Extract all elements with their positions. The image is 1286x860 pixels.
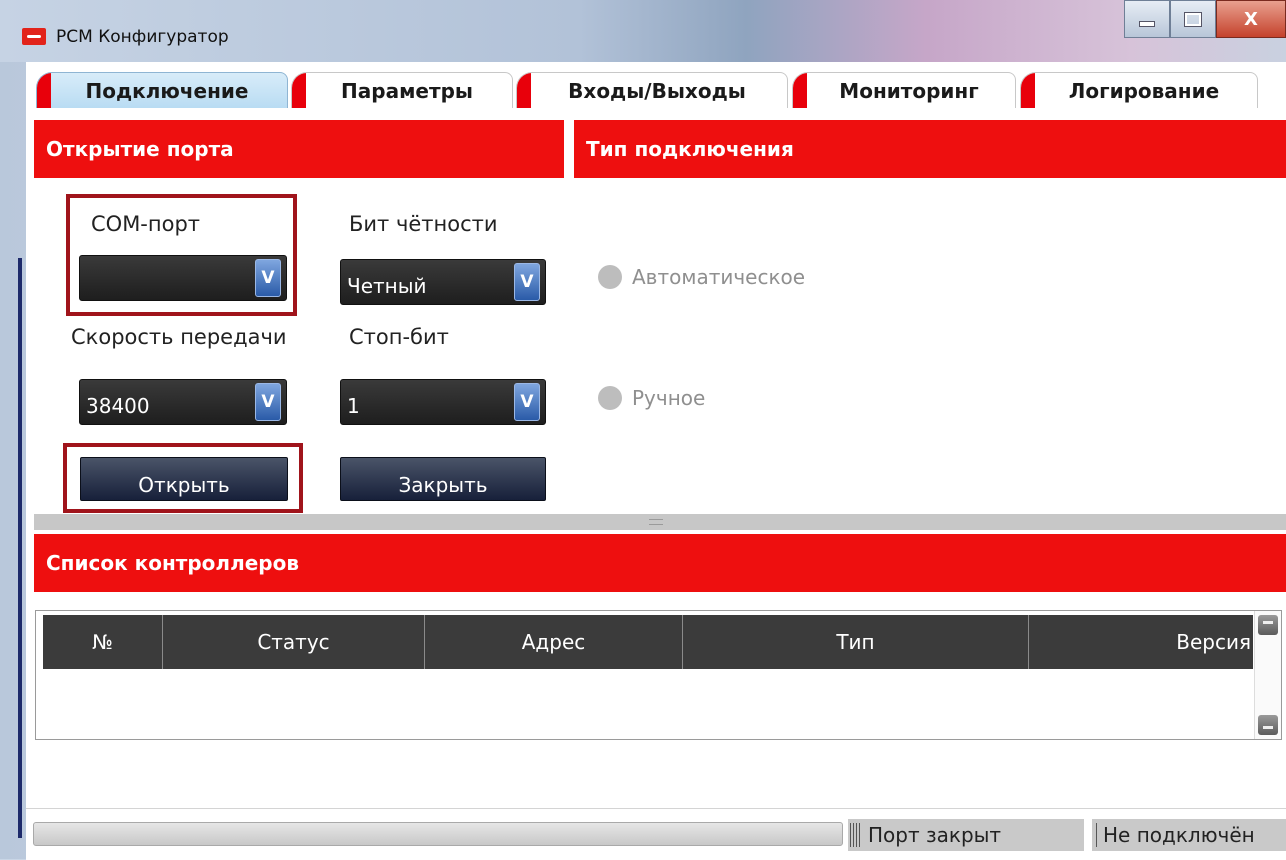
window-title: РСМ Конфигуратор — [56, 27, 229, 47]
tab-label: Подключение — [85, 78, 249, 103]
connection-status: Не подключён — [1092, 819, 1286, 851]
connection-status-text: Не подключён — [1103, 823, 1255, 847]
status-bar: Порт закрыт Не подключён — [26, 808, 1286, 860]
radio-circle-icon — [598, 265, 622, 289]
grip-icon — [1096, 823, 1099, 847]
column-header-address[interactable]: Адрес — [425, 615, 683, 669]
stop-bit-value: 1 — [347, 394, 360, 418]
stop-bit-select[interactable]: 1 V — [340, 379, 546, 425]
tab-bar: Подключение Параметры Входы/Выходы Монит… — [26, 68, 1286, 108]
app-window: РСМ Конфигуратор X Подключение Параметры… — [0, 0, 1286, 860]
tab-parameters[interactable]: Параметры — [291, 72, 513, 108]
radio-circle-icon — [598, 386, 622, 410]
controllers-table: № Статус Адрес Тип Версия — [35, 610, 1282, 740]
stop-bit-label: Стоп-бит — [349, 325, 449, 349]
title-bar[interactable]: РСМ Конфигуратор X — [0, 0, 1286, 62]
chevron-down-icon[interactable]: V — [514, 383, 540, 421]
port-status: Порт закрыт — [848, 819, 1084, 851]
com-port-value — [80, 274, 255, 282]
tab-label: Логирование — [1068, 78, 1220, 103]
close-window-button[interactable]: X — [1216, 0, 1286, 38]
open-port-header: Открытие порта — [34, 120, 564, 178]
open-port-button[interactable]: Открыть — [80, 457, 288, 501]
tab-label: Параметры — [341, 78, 473, 103]
tab-inputs-outputs[interactable]: Входы/Выходы — [516, 72, 788, 108]
column-header-status[interactable]: Статус — [163, 615, 425, 669]
parity-label: Бит чётности — [349, 212, 498, 236]
tab-connection[interactable]: Подключение — [36, 72, 288, 108]
tab-logging[interactable]: Логирование — [1020, 72, 1258, 108]
manual-connection-radio[interactable]: Ручное — [598, 386, 705, 410]
window-controls: X — [1124, 0, 1286, 44]
frame-edge — [18, 258, 22, 838]
parity-select[interactable]: Четный V — [340, 259, 546, 305]
app-logo-icon — [22, 28, 46, 45]
progress-bar — [33, 822, 843, 846]
tab-monitoring[interactable]: Мониторинг — [792, 72, 1016, 108]
column-header-version[interactable]: Версия — [1029, 615, 1253, 669]
baud-rate-select[interactable]: 38400 V — [79, 379, 287, 425]
chevron-down-icon[interactable]: V — [255, 259, 281, 297]
port-status-text: Порт закрыт — [868, 823, 1002, 847]
scroll-up-icon[interactable] — [1258, 615, 1278, 635]
com-port-select[interactable]: V — [79, 255, 287, 301]
parity-value: Четный — [347, 274, 427, 298]
com-port-label: COM-порт — [91, 212, 201, 236]
baud-rate-label: Скорость передачи — [71, 325, 287, 349]
client-area: Подключение Параметры Входы/Выходы Монит… — [26, 62, 1286, 860]
minimize-button[interactable] — [1124, 0, 1170, 38]
column-header-number[interactable]: № — [43, 615, 163, 669]
splitter-grip-icon — [649, 519, 663, 525]
grip-icon — [850, 823, 862, 847]
table-scrollbar[interactable] — [1254, 611, 1281, 739]
chevron-down-icon[interactable]: V — [255, 383, 281, 421]
auto-connection-label: Автоматическое — [632, 265, 806, 289]
chevron-down-icon[interactable]: V — [514, 263, 540, 301]
tab-label: Мониторинг — [839, 78, 979, 103]
table-header-row: № Статус Адрес Тип Версия — [43, 615, 1253, 669]
tab-label: Входы/Выходы — [568, 78, 746, 103]
maximize-button[interactable] — [1170, 0, 1216, 38]
auto-connection-radio[interactable]: Автоматическое — [598, 265, 805, 289]
baud-rate-value: 38400 — [86, 394, 150, 418]
controllers-header: Список контроллеров — [34, 534, 1286, 592]
close-port-button[interactable]: Закрыть — [340, 457, 546, 501]
panel-splitter[interactable] — [34, 514, 1286, 530]
scroll-down-icon[interactable] — [1258, 715, 1278, 735]
manual-connection-label: Ручное — [632, 386, 706, 410]
connection-type-header: Тип подключения — [574, 120, 1286, 178]
column-header-type[interactable]: Тип — [683, 615, 1029, 669]
